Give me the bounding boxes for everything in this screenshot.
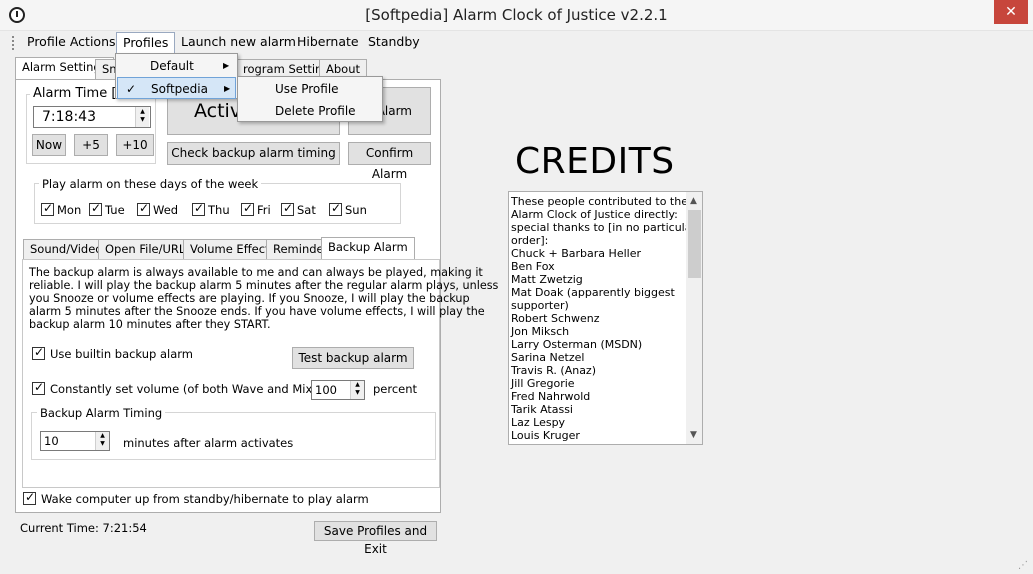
credits-line: Larry Osterman (MSDN): [511, 338, 643, 351]
plus10-button[interactable]: +10: [116, 134, 154, 156]
credits-line: Sarina Netzel: [511, 351, 585, 364]
fri-checkbox[interactable]: [241, 201, 254, 216]
profiles-dropdown: Default ▶ ✓ Softpedia ▶: [115, 53, 238, 99]
wake-checkbox[interactable]: [23, 490, 36, 505]
close-button[interactable]: ✕: [994, 0, 1028, 24]
menu-hibernate[interactable]: Hibernate: [291, 32, 365, 54]
backup-timing-title: Backup Alarm Timing: [37, 406, 166, 420]
credits-line: Matt Zwetzig: [511, 273, 583, 286]
window-title: [Softpedia] Alarm Clock of Justice v2.2.…: [365, 6, 668, 24]
credits-line: These people contributed to the: [511, 195, 688, 208]
credits-line: Jon Miksch: [511, 325, 570, 338]
backup-desc-line: backup alarm 10 minutes after they START…: [29, 318, 271, 331]
alarm-time-spinner[interactable]: ▲ ▼: [135, 107, 149, 127]
credits-heading: CREDITS: [515, 141, 675, 182]
test-backup-alarm-button[interactable]: Test backup alarm: [292, 347, 414, 369]
tue-label: Tue: [105, 203, 125, 217]
credits-line: Chuck + Barbara Heller: [511, 247, 641, 260]
set-volume-label: Constantly set volume (of both Wave and …: [50, 382, 344, 396]
volume-spinner[interactable]: ▲ ▼: [350, 381, 364, 399]
wed-label: Wed: [153, 203, 179, 217]
credits-line: Mat Doak (apparently biggest: [511, 286, 675, 299]
credits-line: Ben Fox: [511, 260, 555, 273]
credits-line: Jill Gregorie: [511, 377, 575, 390]
thu-checkbox[interactable]: [192, 201, 205, 216]
profile-softpedia-label: Softpedia: [151, 82, 208, 96]
backup-desc-line: alarm 5 minutes after the Snooze ends. I…: [29, 305, 485, 318]
credits-line: special thanks to [in no particular: [511, 221, 696, 234]
credits-line: Tarik Atassi: [511, 403, 573, 416]
percent-label: percent: [373, 382, 418, 396]
use-builtin-label: Use builtin backup alarm: [50, 347, 194, 361]
plus5-button[interactable]: +5: [74, 134, 108, 156]
menu-launch-new-alarm[interactable]: Launch new alarm: [175, 32, 302, 54]
size-grip-icon[interactable]: ⋰: [1018, 560, 1028, 571]
menu-profile-actions[interactable]: Profile Actions: [21, 32, 122, 54]
scrollbar-thumb[interactable]: [688, 210, 701, 278]
use-builtin-checkbox[interactable]: [32, 345, 45, 360]
credits-line: Alarm Clock of Justice directly:: [511, 208, 678, 221]
tue-checkbox[interactable]: [89, 201, 102, 216]
credits-line: Robert Schwenz: [511, 312, 600, 325]
profile-default[interactable]: Default ▶: [117, 55, 236, 77]
minutes-spinner[interactable]: ▲ ▼: [95, 432, 109, 450]
save-profiles-exit-button[interactable]: Save Profiles and Exit: [314, 521, 437, 556]
sun-label: Sun: [345, 203, 367, 217]
subtab-open-file-url[interactable]: Open File/URL: [98, 239, 193, 260]
menu-profiles[interactable]: Profiles: [116, 32, 176, 54]
sat-checkbox[interactable]: [281, 201, 294, 216]
use-profile-item[interactable]: Use Profile: [239, 78, 381, 100]
fri-label: Fri: [257, 203, 271, 217]
confirm-alarm-button[interactable]: Confirm Alarm: [348, 142, 431, 181]
wed-checkbox[interactable]: [137, 201, 150, 216]
subtab-sound-video[interactable]: Sound/Video: [23, 239, 110, 260]
menu-standby[interactable]: Standby: [362, 32, 426, 54]
subtab-backup-alarm[interactable]: Backup Alarm: [321, 237, 415, 260]
scroll-up-icon[interactable]: ▲: [690, 196, 697, 206]
current-time: Current Time: 7:21:54: [20, 521, 147, 535]
backup-desc-line: The backup alarm is always available to …: [29, 266, 483, 279]
checkmark-icon: ✓: [126, 82, 137, 96]
credits-line: Fred Nahrwold: [511, 390, 591, 403]
credits-line: supporter): [511, 299, 569, 312]
sun-checkbox[interactable]: [329, 201, 342, 216]
now-button[interactable]: Now: [32, 134, 66, 156]
alarm-time-title: Alarm Time [2: [30, 86, 128, 101]
backup-desc-line: you Snooze or volume effects are playing…: [29, 292, 470, 305]
profile-submenu: Use Profile Delete Profile: [237, 76, 383, 122]
scroll-down-icon[interactable]: ▼: [690, 430, 697, 440]
days-title: Play alarm on these days of the week: [39, 177, 262, 191]
credits-line: order]:: [511, 234, 549, 247]
submenu-arrow-icon: ▶: [224, 84, 231, 93]
thu-label: Thu: [208, 203, 230, 217]
delete-profile-item[interactable]: Delete Profile: [239, 100, 381, 122]
alarm-time-input[interactable]: 7:18:43: [33, 106, 151, 128]
set-volume-checkbox[interactable]: [32, 380, 45, 395]
profile-softpedia[interactable]: ✓ Softpedia ▶: [117, 77, 236, 99]
credits-line: Travis R. (Anaz): [511, 364, 596, 377]
minutes-label: minutes after alarm activates: [123, 436, 294, 450]
credits-text: These people contributed to the Alarm Cl…: [511, 195, 696, 442]
backup-desc-line: reliable. I will play the backup alarm 5…: [29, 279, 499, 292]
mon-label: Mon: [57, 203, 82, 217]
credits-line: Louis Kruger: [511, 429, 580, 442]
check-backup-timing-button[interactable]: Check backup alarm timing: [167, 142, 340, 165]
backup-description: The backup alarm is always available to …: [29, 266, 499, 331]
credits-list[interactable]: These people contributed to the Alarm Cl…: [508, 191, 703, 445]
wake-label: Wake computer up from standby/hibernate …: [41, 492, 369, 506]
credits-line: Laz Lespy: [511, 416, 566, 429]
mon-checkbox[interactable]: [41, 201, 54, 216]
credits-scrollbar[interactable]: ▲ ▼: [686, 192, 702, 444]
profile-default-label: Default: [150, 59, 194, 73]
menu-grip: [12, 36, 15, 50]
sat-label: Sat: [297, 203, 316, 217]
submenu-arrow-icon: ▶: [223, 61, 230, 70]
